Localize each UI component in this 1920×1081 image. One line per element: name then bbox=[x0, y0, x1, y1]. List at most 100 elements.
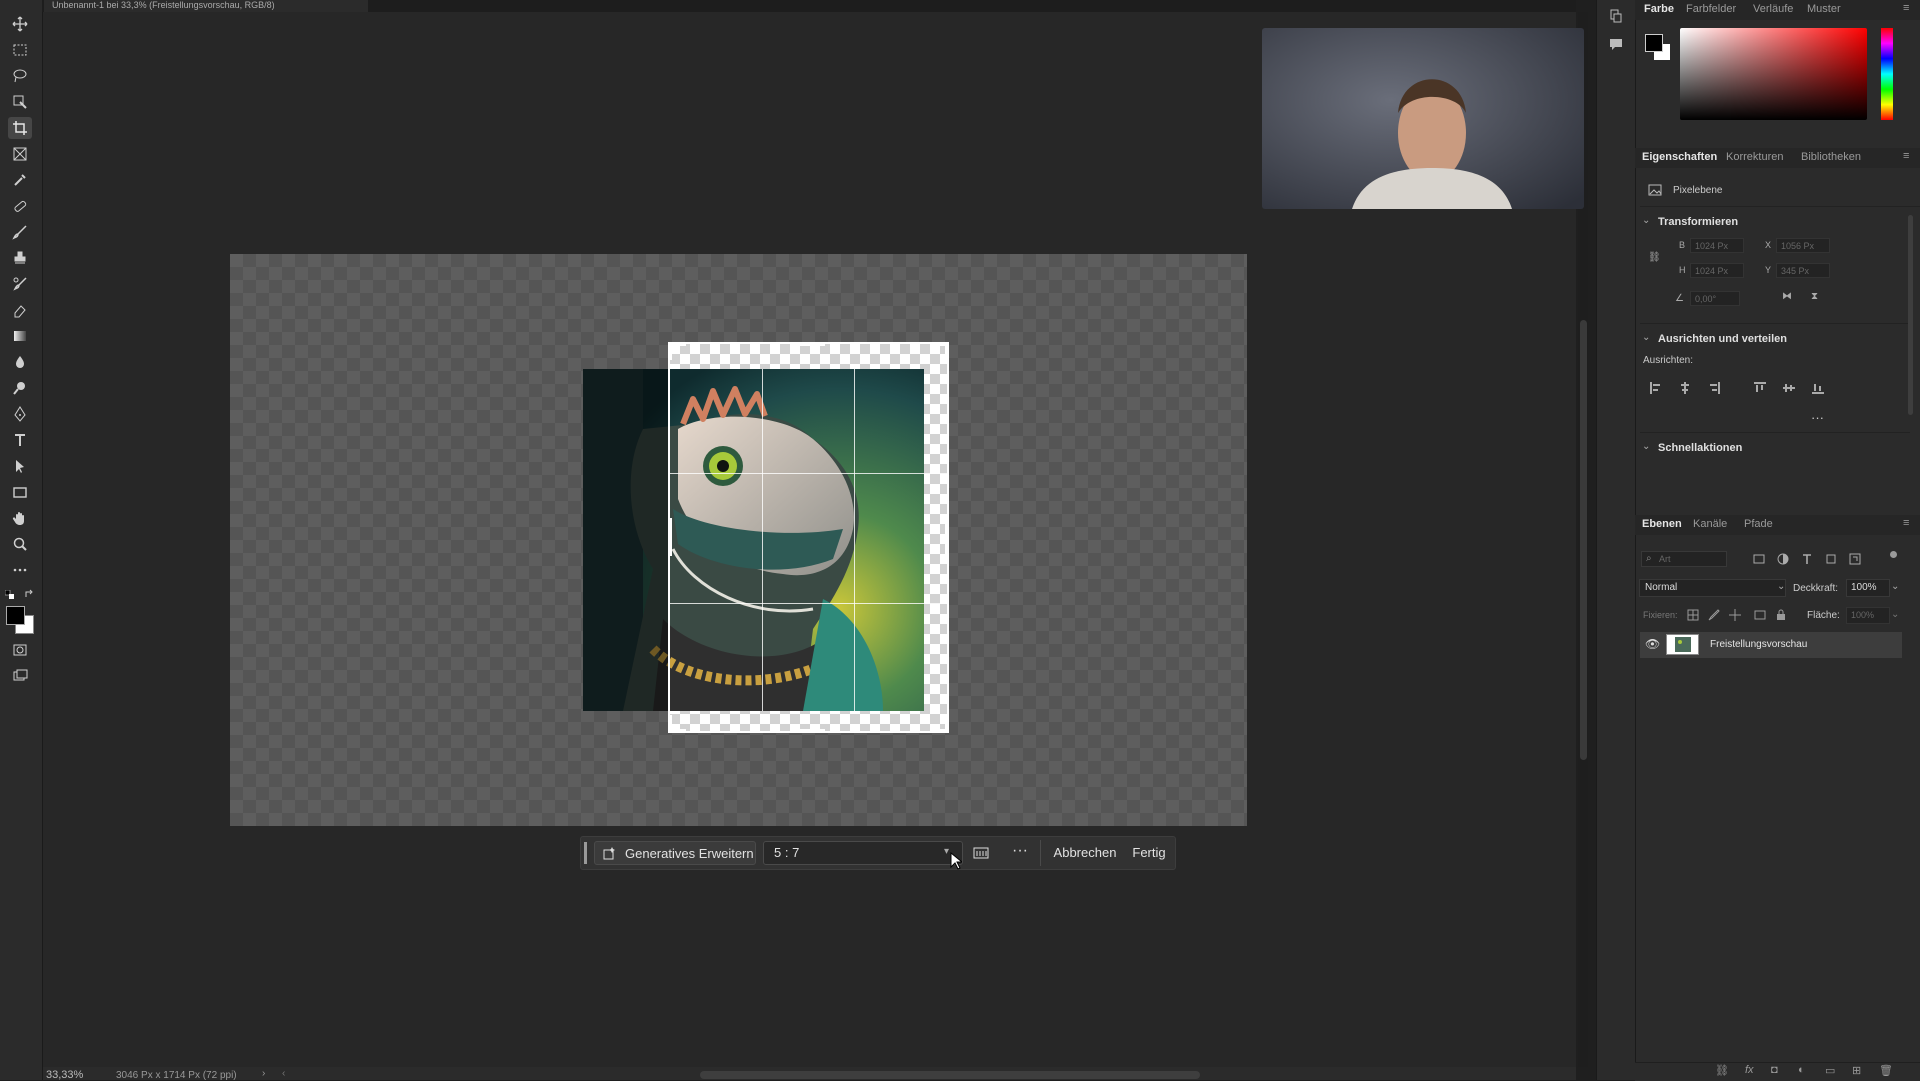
eraser-tool-icon[interactable] bbox=[8, 299, 32, 321]
new-layer-icon[interactable]: ⊞ bbox=[1852, 1064, 1861, 1077]
history-brush-tool-icon[interactable] bbox=[8, 273, 32, 295]
eye-icon[interactable]: 👁 bbox=[1645, 637, 1660, 651]
tab-layers[interactable]: Ebenen bbox=[1642, 518, 1682, 530]
flip-vertical-icon[interactable]: ⧗ bbox=[1811, 291, 1818, 302]
tab-swatches[interactable]: Farbfelder bbox=[1686, 3, 1736, 15]
screen-mode-icon[interactable] bbox=[8, 665, 32, 687]
more-align-options-button[interactable]: ··· bbox=[1811, 410, 1824, 425]
x-field[interactable]: 1056 Px bbox=[1776, 238, 1830, 253]
document-tab[interactable]: Unbenannt-1 bei 33,3% (Freistellungsvors… bbox=[44, 0, 368, 12]
tab-color[interactable]: Farbe bbox=[1644, 3, 1674, 15]
rectangle-tool-icon[interactable] bbox=[8, 481, 32, 503]
object-selection-tool-icon[interactable] bbox=[8, 91, 32, 113]
type-tool-icon[interactable] bbox=[8, 429, 32, 451]
flip-horizontal-icon[interactable]: ⧓ bbox=[1782, 291, 1792, 302]
brush-tool-icon[interactable] bbox=[8, 221, 32, 243]
pen-tool-icon[interactable] bbox=[8, 403, 32, 425]
vertical-scrollbar[interactable] bbox=[1580, 320, 1587, 760]
link-icon[interactable]: ⛓ bbox=[1648, 252, 1661, 263]
prevent-auto-nesting-icon[interactable] bbox=[1752, 607, 1768, 623]
gradient-tool-icon[interactable] bbox=[8, 325, 32, 347]
cancel-button[interactable]: Abbrechen bbox=[1048, 841, 1122, 865]
filter-adjustment-layers-icon[interactable] bbox=[1775, 551, 1791, 567]
chevron-right-icon[interactable]: › bbox=[262, 1068, 265, 1079]
group-folder-icon[interactable]: ▭ bbox=[1825, 1064, 1835, 1077]
layer-search-box[interactable]: ⌕ Art bbox=[1641, 551, 1727, 567]
add-mask-icon[interactable]: ◘ bbox=[1771, 1064, 1778, 1076]
more-tools-icon[interactable] bbox=[8, 559, 32, 581]
generative-expand-button[interactable]: Generatives Erweitern bbox=[594, 841, 756, 865]
dodge-tool-icon[interactable] bbox=[8, 377, 32, 399]
crop-handle-top-left[interactable] bbox=[668, 342, 672, 360]
align-center-horizontal-icon[interactable] bbox=[1677, 380, 1693, 396]
filter-smart-objects-icon[interactable] bbox=[1847, 551, 1863, 567]
horizontal-scrollbar[interactable] bbox=[700, 1071, 1200, 1079]
layer-row[interactable]: 👁 Freistellungsvorschau bbox=[1640, 632, 1902, 658]
y-field[interactable]: 345 Px bbox=[1776, 263, 1830, 278]
link-layers-icon[interactable]: ⛓ bbox=[1715, 1064, 1729, 1077]
hue-slider[interactable] bbox=[1881, 28, 1893, 120]
comments-icon[interactable] bbox=[1608, 36, 1624, 52]
done-button[interactable]: Fertig bbox=[1126, 841, 1172, 865]
panel-menu-icon[interactable]: ≡ bbox=[1903, 150, 1909, 162]
properties-scrollbar[interactable] bbox=[1908, 215, 1913, 415]
fill-field[interactable]: 100% bbox=[1846, 607, 1890, 624]
default-colors-icon[interactable] bbox=[4, 586, 14, 599]
tab-paths[interactable]: Pfade bbox=[1744, 518, 1773, 530]
swap-colors-icon[interactable] bbox=[24, 586, 34, 597]
crop-handle-left[interactable] bbox=[668, 518, 672, 556]
chevron-down-icon[interactable]: ⌄ bbox=[1891, 581, 1899, 592]
chevron-down-icon[interactable]: ⌄ bbox=[1642, 332, 1650, 343]
adjustment-layer-icon[interactable]: ◐ bbox=[1798, 1064, 1805, 1076]
healing-brush-tool-icon[interactable] bbox=[8, 195, 32, 217]
aspect-ratio-field[interactable]: 5 : 7 bbox=[763, 841, 963, 865]
tab-adjustments[interactable]: Korrekturen bbox=[1726, 151, 1783, 163]
history-icon[interactable] bbox=[1608, 8, 1624, 24]
crop-handle-bottom-right[interactable] bbox=[945, 715, 949, 733]
zoom-tool-icon[interactable] bbox=[8, 533, 32, 555]
filter-toggle-icon[interactable] bbox=[1890, 551, 1897, 558]
crop-settings-icon[interactable] bbox=[970, 842, 992, 864]
angle-field[interactable]: 0,00° bbox=[1690, 291, 1740, 306]
chevron-down-icon[interactable]: ⌄ bbox=[1777, 581, 1785, 592]
chevron-down-icon[interactable]: ⌄ bbox=[1642, 441, 1650, 452]
tab-libraries[interactable]: Bibliotheken bbox=[1801, 151, 1861, 163]
filter-type-layers-icon[interactable] bbox=[1799, 551, 1815, 567]
width-field[interactable]: 1024 Px bbox=[1690, 238, 1744, 253]
align-right-icon[interactable] bbox=[1706, 380, 1722, 396]
align-top-icon[interactable] bbox=[1752, 380, 1768, 396]
color-panel-foreground-swatch[interactable] bbox=[1645, 34, 1663, 52]
lock-image-pixels-icon[interactable] bbox=[1706, 607, 1722, 623]
panel-menu-icon[interactable]: ≡ bbox=[1903, 517, 1909, 529]
trash-icon[interactable]: 🗑 bbox=[1879, 1064, 1893, 1077]
task-bar-grip-handle[interactable] bbox=[584, 842, 587, 864]
fx-icon[interactable]: fx bbox=[1745, 1064, 1754, 1076]
blur-tool-icon[interactable] bbox=[8, 351, 32, 373]
crop-handle-top-right[interactable] bbox=[945, 342, 949, 360]
chevron-left-icon[interactable]: ‹ bbox=[282, 1068, 285, 1079]
filter-shape-layers-icon[interactable] bbox=[1823, 551, 1839, 567]
lasso-tool-icon[interactable] bbox=[8, 65, 32, 87]
hand-tool-icon[interactable] bbox=[8, 507, 32, 529]
foreground-color-swatch[interactable] bbox=[6, 606, 25, 625]
opacity-field[interactable]: 100% bbox=[1846, 579, 1890, 597]
filter-pixel-layers-icon[interactable] bbox=[1751, 551, 1767, 567]
align-bottom-icon[interactable] bbox=[1810, 380, 1826, 396]
tab-patterns[interactable]: Muster bbox=[1807, 3, 1841, 15]
path-selection-tool-icon[interactable] bbox=[8, 455, 32, 477]
height-field[interactable]: 1024 Px bbox=[1690, 263, 1744, 278]
crop-handle-bottom[interactable] bbox=[791, 729, 825, 733]
quick-mask-icon[interactable] bbox=[8, 639, 32, 661]
transform-section-title[interactable]: Transformieren bbox=[1658, 216, 1738, 228]
lock-position-icon[interactable] bbox=[1727, 607, 1743, 623]
frame-tool-icon[interactable] bbox=[8, 143, 32, 165]
chevron-down-icon[interactable]: ⌄ bbox=[1642, 215, 1650, 226]
crop-tool-icon[interactable] bbox=[8, 117, 32, 139]
panel-menu-icon[interactable]: ≡ bbox=[1903, 2, 1909, 14]
color-picker-field[interactable] bbox=[1680, 28, 1867, 120]
crop-handle-top[interactable] bbox=[791, 342, 825, 346]
clone-stamp-tool-icon[interactable] bbox=[8, 247, 32, 269]
zoom-level[interactable]: 33,33% bbox=[46, 1069, 83, 1081]
eyedropper-tool-icon[interactable] bbox=[8, 169, 32, 191]
chevron-down-icon[interactable]: ▾ bbox=[944, 846, 949, 857]
